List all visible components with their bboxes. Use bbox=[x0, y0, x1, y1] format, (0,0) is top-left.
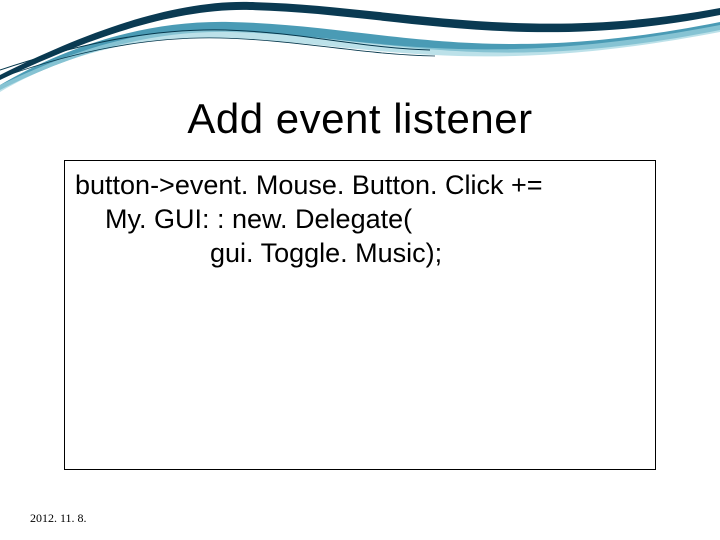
code-line-2: My. GUI: : new. Delegate( bbox=[75, 203, 645, 237]
code-line-1: button->event. Mouse. Button. Click += bbox=[75, 169, 645, 203]
slide-title: Add event listener bbox=[0, 95, 720, 143]
header-swoosh-graphic bbox=[0, 0, 720, 95]
code-line-3: gui. Toggle. Music); bbox=[75, 237, 645, 271]
slide-date: 2012. 11. 8. bbox=[30, 511, 87, 526]
slide: Add event listener button->event. Mouse.… bbox=[0, 0, 720, 540]
code-box: button->event. Mouse. Button. Click += M… bbox=[64, 160, 656, 470]
